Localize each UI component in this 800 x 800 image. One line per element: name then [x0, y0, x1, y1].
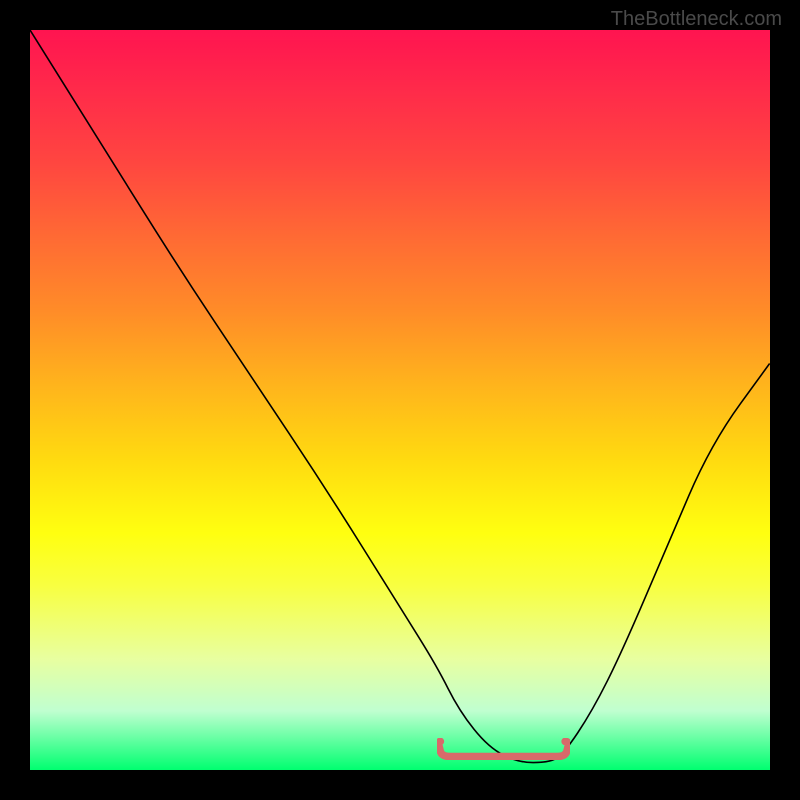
chart-plot-area — [30, 30, 770, 770]
watermark-text: TheBottleneck.com — [611, 8, 782, 31]
bottleneck-curve — [30, 30, 770, 770]
